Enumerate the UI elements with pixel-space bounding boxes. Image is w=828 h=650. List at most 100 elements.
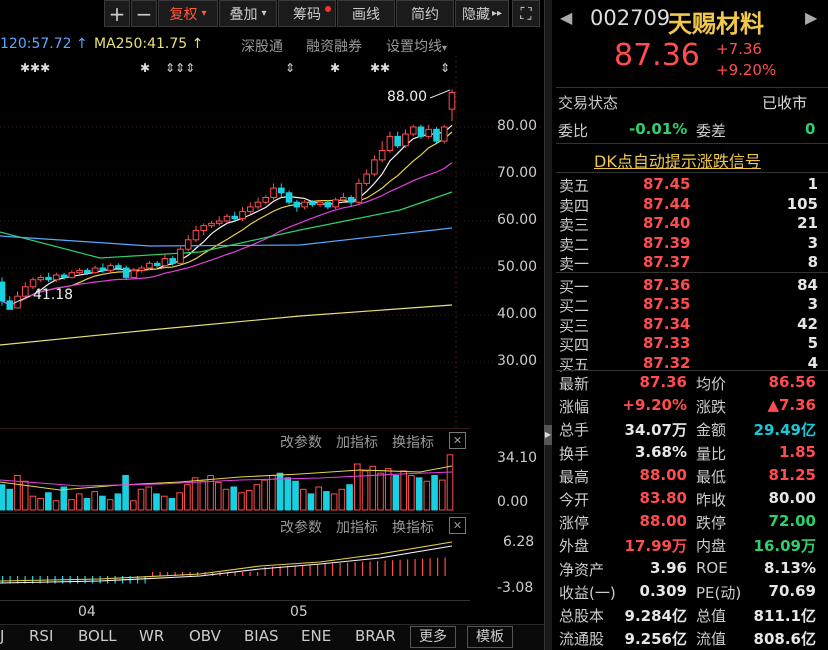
volume-bar (83, 498, 91, 511)
stat-value: 87.36 (639, 373, 687, 391)
macd-bar (249, 572, 251, 576)
stat-value: 9.256亿 (624, 630, 687, 649)
stat-value: 16.09万 (753, 537, 816, 556)
ind1-gaicanshu-button[interactable]: 改参数 (280, 432, 322, 452)
candle-body (169, 258, 176, 264)
sell-row[interactable]: 卖四 87.44 105 (556, 195, 818, 215)
chevron-down-icon: ▾ (442, 43, 448, 54)
tab-ene[interactable]: ENE (301, 627, 331, 645)
jianyue-button[interactable]: 简约 (396, 0, 454, 27)
prev-stock-button[interactable]: ◀ (560, 8, 572, 27)
candle-body (316, 201, 324, 206)
huaxian-button[interactable]: 画线 (337, 0, 395, 27)
stat-value: 9.284亿 (624, 607, 687, 625)
diejia-dropdown[interactable]: 叠加 ▾ (219, 0, 277, 27)
volume-bar (99, 495, 106, 511)
dk-signal-link[interactable]: DK点自动提示涨跌信号 (594, 148, 761, 172)
last-price: 87.36 (614, 38, 700, 73)
sell-row[interactable]: 卖五 87.45 1 (556, 175, 818, 195)
tab-wr[interactable]: WR (139, 627, 164, 645)
tab-brar[interactable]: BRAR (355, 627, 396, 645)
more-tabs-button[interactable]: 更多 (410, 626, 456, 648)
stat-label: 收益(一) (559, 583, 616, 602)
volume-bar (91, 491, 98, 511)
sell-row[interactable]: 卖三 87.40 21 (556, 214, 818, 234)
ind2-huanzhibiao-button[interactable]: 换指标 (392, 517, 434, 537)
zoom-in-button[interactable]: + (104, 0, 130, 27)
candle-body (223, 215, 231, 222)
ind2-jiazhibiao-button[interactable]: 加指标 (336, 517, 378, 537)
ind2-gaicanshu-button[interactable]: 改参数 (280, 517, 322, 537)
volume-bar (222, 488, 230, 511)
ind1-huanzhibiao-button[interactable]: 换指标 (392, 432, 434, 452)
candle-body (0, 281, 6, 302)
candle-body (130, 269, 138, 278)
macd-bar (347, 562, 349, 576)
candle-body (45, 276, 52, 281)
macd-bar (354, 562, 356, 576)
stat-row: 最新 87.36 均价 86.56 (556, 372, 828, 395)
fullscreen-button[interactable]: ⛶ (512, 0, 540, 27)
macd-line (0, 545, 453, 584)
shengutong-link[interactable]: 深股通 (241, 36, 283, 56)
buy-row[interactable]: 买二 87.35 3 (556, 295, 818, 315)
ind1-close-button[interactable]: ✕ (449, 432, 466, 449)
ma-line (1, 162, 453, 306)
macd-bar (362, 561, 364, 576)
volume-ma-line (0, 471, 453, 487)
yincang-button[interactable]: 隐藏 ▸▸ (455, 0, 509, 27)
candle-body (177, 248, 184, 264)
stat-row: 流通股 9.256亿 流值 808.6亿 (556, 627, 828, 650)
order-volume: 3 (807, 233, 818, 252)
tab-obv[interactable]: OBV (189, 627, 221, 645)
chouma-button[interactable]: 筹码 (278, 0, 336, 27)
volume-bar (307, 493, 315, 511)
stat-row: 今开 83.80 昨收 80.00 (556, 488, 828, 511)
tab-boll[interactable]: BOLL (78, 627, 117, 645)
stat-value: 17.99万 (624, 537, 687, 556)
candle-body (270, 187, 277, 199)
volume-bar (377, 472, 384, 511)
template-button[interactable]: 模板 (467, 626, 513, 648)
volume-bar (361, 470, 369, 511)
sell-row[interactable]: 卖一 87.37 8 (556, 253, 818, 273)
buy-row[interactable]: 买一 87.36 84 (556, 276, 818, 296)
shezhi-junxian-link[interactable]: 设置均线▾ (386, 36, 447, 56)
candle-body (21, 286, 29, 297)
volume-bar (230, 486, 238, 511)
stat-label: 涨跌 (696, 398, 727, 417)
next-stock-button[interactable]: ▶ (805, 8, 817, 27)
diejia-label: 叠加 (229, 6, 258, 23)
ind1-jiazhibiao-button[interactable]: 加指标 (336, 432, 378, 452)
volume-bar (354, 463, 361, 511)
volume-bar (207, 475, 214, 511)
buy-row[interactable]: 买四 87.33 5 (556, 334, 818, 354)
candle-body (192, 229, 200, 241)
rongzi-link[interactable]: 融资融券 (306, 36, 362, 56)
volume-bar (299, 488, 307, 511)
candle-body (278, 187, 285, 194)
high-annotation: 88.00 (387, 89, 428, 105)
stat-value: 86.56 (768, 373, 816, 391)
tab-bias[interactable]: BIAS (244, 627, 279, 645)
macd-bar (257, 572, 259, 576)
price-change-pct: +9.20% (716, 61, 777, 79)
macd-bar (317, 564, 319, 576)
ind2-close-button[interactable]: ✕ (449, 517, 466, 534)
zoom-out-button[interactable]: − (131, 0, 157, 27)
buy-row[interactable]: 买三 87.34 42 (556, 315, 818, 335)
candle-body (409, 126, 417, 135)
candle-body (184, 239, 192, 250)
stat-value: 70.69 (768, 581, 816, 600)
weicha-value: 0 (805, 120, 816, 138)
collapse-handle-icon[interactable]: ▶ (544, 425, 552, 445)
tab-j[interactable]: J (0, 627, 4, 645)
fuquan-dropdown[interactable]: 复权 ▾ (158, 0, 218, 27)
stat-value: 808.6亿 (753, 630, 816, 649)
tab-rsi[interactable]: RSI (29, 627, 53, 645)
sell-row[interactable]: 卖二 87.39 3 (556, 233, 818, 254)
order-volume: 4 (807, 353, 818, 372)
panel-divider[interactable] (544, 0, 552, 650)
kline-chart[interactable]: ✱✱✱ ✱ ⇕⇕⇕ ⇕ ✱ ✱✱ ⇕ (0, 56, 544, 428)
volume-bar (137, 488, 145, 511)
